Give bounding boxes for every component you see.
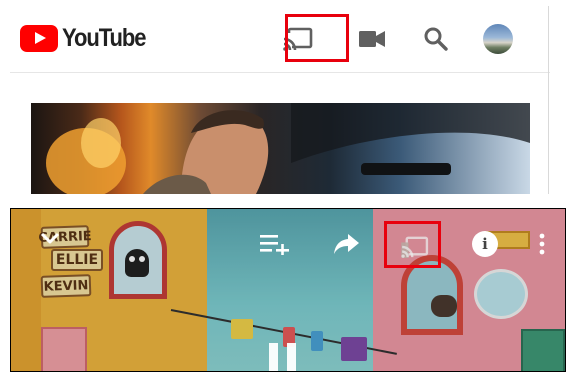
pause-icon [287,343,296,371]
thumbnail-image [46,103,530,194]
info-button[interactable]: i [472,231,498,257]
info-icon: i [482,235,488,253]
pause-icon [269,343,278,371]
more-options-button[interactable] [535,229,549,259]
chevron-down-icon [40,232,60,244]
youtube-logo[interactable]: YouTube [20,23,157,53]
video-camera-icon [359,31,385,47]
upload-button[interactable] [349,16,395,62]
video-thumbnail[interactable] [31,103,530,194]
cast-highlight-box [285,14,349,62]
account-button[interactable] [475,16,521,62]
divider [548,6,549,194]
pause-button[interactable] [269,343,296,371]
share-button[interactable] [331,229,363,259]
minimize-player-button[interactable] [37,225,63,251]
more-vertical-icon [539,233,545,255]
video-player[interactable]: CARRIE ELLIE KEVIN i [10,208,566,372]
share-arrow-icon [334,234,359,254]
logo-text: YouTube [62,23,147,52]
youtube-home-screen: YouTube [0,0,577,196]
cast-highlight-box [384,221,441,268]
youtube-play-icon [20,24,58,52]
avatar [483,24,513,54]
add-to-queue-button[interactable] [259,229,291,259]
playlist-add-icon [260,235,289,255]
search-icon [424,27,448,51]
search-button[interactable] [413,16,459,62]
